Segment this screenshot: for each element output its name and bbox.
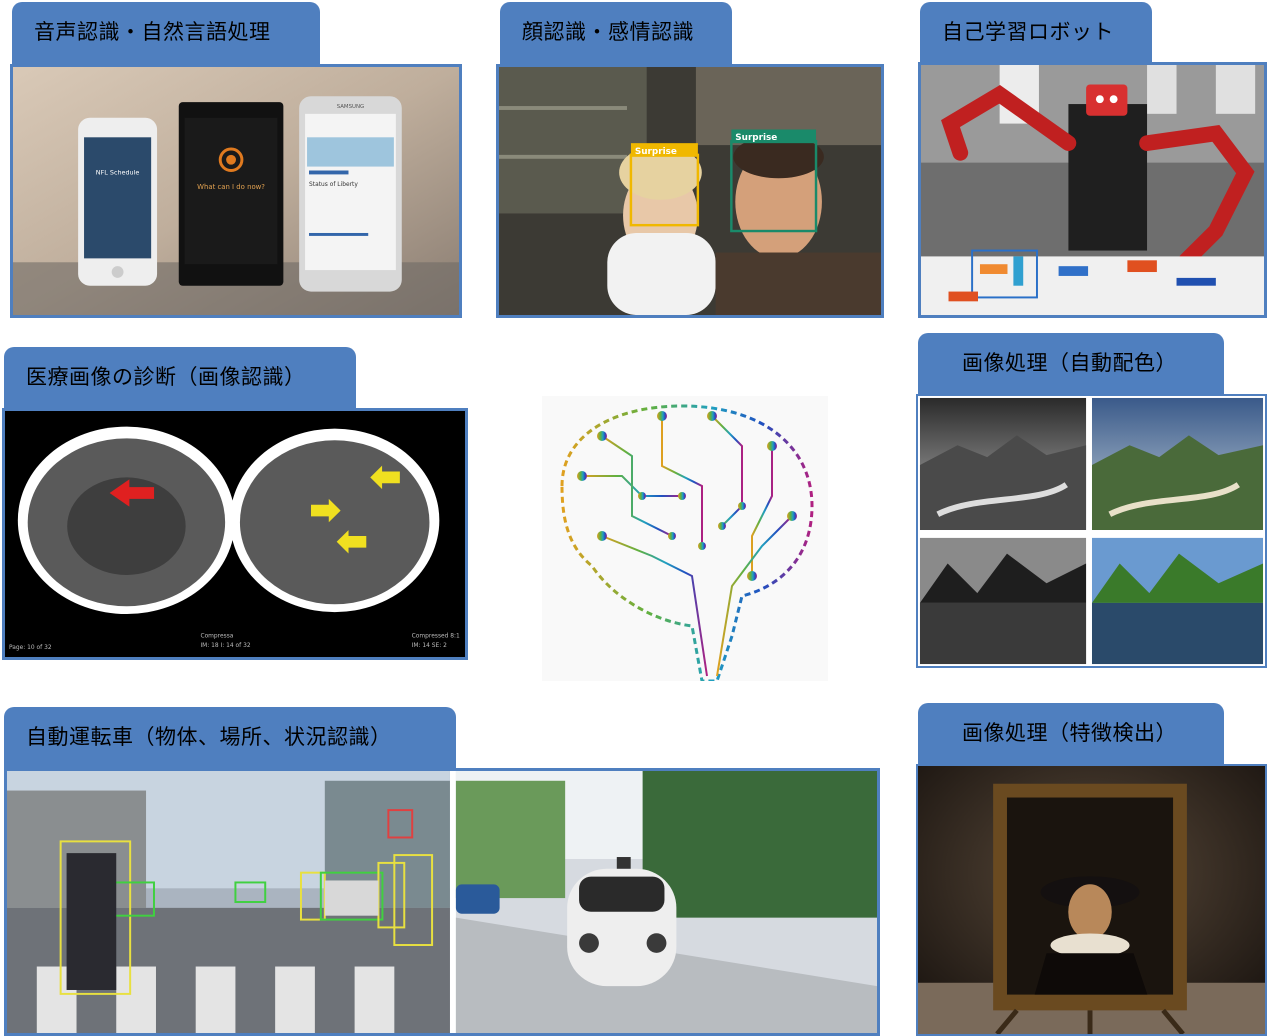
auto-coloring-image [916,394,1267,668]
tab-feature: 画像処理（特徴検出） [918,703,1224,767]
tab-coloring: 画像処理（自動配色） [918,333,1224,397]
phone1-title: NFL Schedule [96,168,140,176]
robot-image [918,62,1267,318]
phone3-brand: SAMSUNG [337,104,365,110]
medical-compress-right: Compressed 8:1 [412,633,460,639]
medical-page-left: Page: 10 of 32 [9,645,52,651]
autonomous-driving-image [4,768,880,1036]
tab-medical: 医療画像の診断（画像認識） [4,347,356,411]
medical-im-left: IM: 18 I: 14 of 32 [200,643,250,649]
phone3-title: Status of Liberty [309,182,358,188]
face-recognition-image: Surprise Surprise [496,64,884,318]
tab-face-recognition: 顔認識・感情認識 [500,2,732,66]
medical-im-right: IM: 14 SE: 2 [412,643,447,649]
face-label-right: Surprise [735,133,777,143]
tab-driving: 自動運転車（物体、場所、状況認識） [4,707,456,771]
tab-robot: 自己学習ロボット [920,2,1152,66]
feature-detection-image [916,764,1267,1036]
phone2-text: What can I do now? [197,183,265,191]
medical-ct-image: Page: 10 of 32 Compressa IM: 18 I: 14 of… [2,408,468,660]
brain-circuit-illustration [542,396,828,683]
tab-speech-recognition: 音声認識・自然言語処理 [12,2,320,66]
face-label-left: Surprise [635,147,677,157]
speech-recognition-image: NFL Schedule What can I do now? SAMSUNG … [10,64,462,318]
medical-compress-left: Compressa [200,633,233,639]
